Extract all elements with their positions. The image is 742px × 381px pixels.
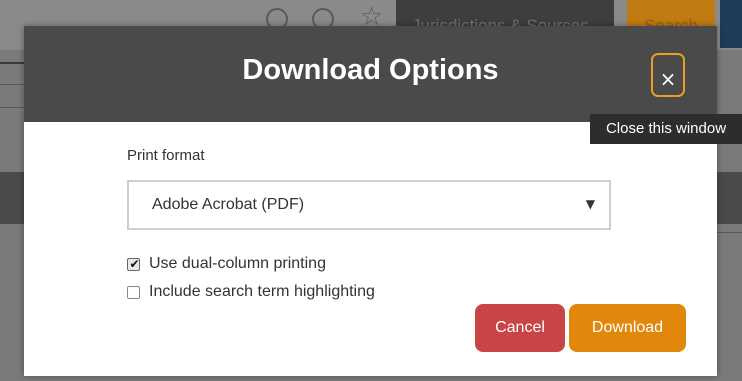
print-format-select[interactable]: Adobe Acrobat (PDF) ▼	[127, 180, 611, 230]
dual-column-checkbox[interactable]: ✔	[127, 256, 140, 271]
dual-column-label: Use dual-column printing	[149, 255, 326, 272]
divider	[0, 62, 24, 64]
close-tooltip: Close this window	[590, 114, 742, 144]
close-icon: ×	[659, 67, 677, 91]
divider	[0, 84, 24, 85]
divider	[0, 107, 24, 108]
chevron-down-icon: ▼	[585, 197, 595, 211]
dialog-title: Download Options	[242, 54, 499, 86]
close-button[interactable]: ×	[651, 53, 685, 97]
download-button[interactable]: Download	[569, 304, 686, 352]
print-format-value: Adobe Acrobat (PDF)	[152, 196, 305, 213]
divider	[716, 232, 742, 233]
highlighting-label: Include search term highlighting	[149, 283, 375, 300]
download-options-dialog: Download Options × Print format Adobe Ac…	[24, 26, 717, 376]
dual-column-option[interactable]: ✔ Use dual-column printing	[127, 254, 326, 274]
dialog-header: Download Options ×	[24, 26, 717, 122]
app-edge-panel	[720, 0, 742, 48]
highlighting-option[interactable]: Include search term highlighting	[127, 282, 375, 302]
checkmark-icon: ✔	[129, 256, 140, 271]
print-format-label: Print format	[127, 147, 205, 164]
highlighting-checkbox[interactable]	[127, 285, 140, 299]
cancel-button[interactable]: Cancel	[475, 304, 565, 352]
